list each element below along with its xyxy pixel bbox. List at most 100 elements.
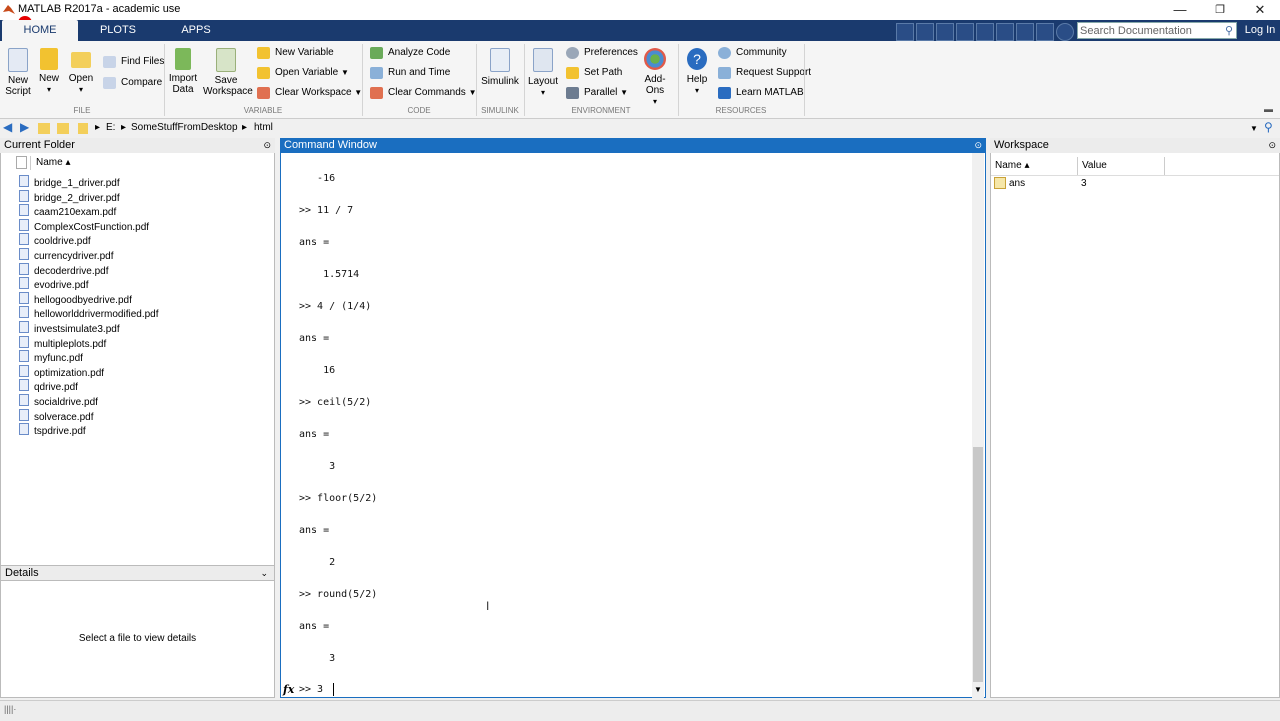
- panel-menu-icon[interactable]: ⊙: [974, 138, 982, 153]
- list-item[interactable]: cooldrive.pdf: [19, 233, 91, 247]
- find-files-button[interactable]: Find Files: [103, 54, 164, 70]
- simulink-button[interactable]: Simulink: [480, 48, 520, 87]
- search-folder-icon[interactable]: ⚲: [1264, 120, 1273, 134]
- file-name: currencydriver.pdf: [34, 251, 114, 262]
- open-variable-icon: [257, 67, 270, 79]
- browse-folder-icon[interactable]: [57, 123, 69, 134]
- minimize-button[interactable]: —: [1160, 0, 1200, 20]
- set-path-button[interactable]: Set Path: [566, 65, 622, 81]
- clear-workspace-button[interactable]: Clear Workspace ▼: [257, 85, 362, 101]
- list-item[interactable]: helloworlddrivermodified.pdf: [19, 306, 159, 320]
- back-icon[interactable]: ◀: [3, 120, 12, 134]
- breadcrumb-drive[interactable]: E:: [106, 122, 115, 133]
- command-line: 16: [299, 365, 336, 376]
- close-button[interactable]: ✕: [1240, 0, 1280, 20]
- copy-icon[interactable]: [956, 23, 974, 41]
- fx-icon[interactable]: fx: [283, 683, 294, 696]
- panel-menu-icon[interactable]: ⊙: [263, 138, 271, 153]
- analyze-code-icon: [370, 47, 383, 59]
- details-message: Select a file to view details: [78, 633, 197, 644]
- list-item[interactable]: hellogoodbyedrive.pdf: [19, 291, 132, 306]
- undo-icon[interactable]: [996, 23, 1014, 41]
- new-script-button[interactable]: New Script: [3, 48, 33, 97]
- learn-matlab-button[interactable]: Learn MATLAB: [718, 85, 804, 101]
- breadcrumb-folder[interactable]: html: [254, 122, 273, 133]
- list-item[interactable]: caam210exam.pdf: [19, 204, 116, 218]
- cut-icon[interactable]: [936, 23, 954, 41]
- chevron-down-icon[interactable]: ⌄: [260, 566, 268, 581]
- preferences-button[interactable]: Preferences: [566, 45, 638, 61]
- save-workspace-button[interactable]: Save Workspace: [203, 48, 253, 97]
- add-ons-button[interactable]: Add-Ons ▾: [637, 48, 673, 107]
- command-prompt-input[interactable]: >> 3: [299, 684, 323, 695]
- command-line: >> floor(5/2): [299, 493, 378, 504]
- search-placeholder: Search Documentation: [1080, 25, 1192, 37]
- list-item[interactable]: bridge_1_driver.pdf: [19, 175, 120, 189]
- list-item[interactable]: bridge_2_driver.pdf: [19, 189, 120, 204]
- details-header[interactable]: Details ⌄: [0, 565, 275, 581]
- parallel-button[interactable]: Parallel ▼: [566, 85, 628, 101]
- workspace-panel: [990, 138, 1280, 698]
- forward-icon[interactable]: ▶: [20, 120, 29, 134]
- list-item[interactable]: solverace.pdf: [19, 408, 93, 423]
- login-button[interactable]: Log In: [1240, 20, 1280, 41]
- group-variable-label: VARIABLE: [243, 106, 283, 115]
- switch-windows-icon[interactable]: [1036, 23, 1054, 41]
- clear-commands-button[interactable]: Clear Commands ▼: [370, 85, 477, 101]
- community-button[interactable]: Community: [718, 45, 787, 61]
- command-window[interactable]: [280, 138, 986, 698]
- scroll-down-icon[interactable]: ▼: [974, 685, 982, 694]
- address-dropdown-icon[interactable]: ▼: [1250, 124, 1258, 133]
- list-item[interactable]: decoderdrive.pdf: [19, 262, 109, 277]
- analyze-code-button[interactable]: Analyze Code: [370, 45, 450, 61]
- group-resources-label: RESOURCES: [715, 106, 767, 115]
- tab-apps[interactable]: APPS: [158, 20, 234, 41]
- paste-icon[interactable]: [976, 23, 994, 41]
- open-button[interactable]: Open ▾: [67, 48, 95, 95]
- title-bar: MATLAB R2017a - academic use — ❐ ✕: [0, 0, 1280, 20]
- group-code-label: CODE: [407, 106, 431, 115]
- compare-button[interactable]: Compare: [103, 75, 162, 91]
- list-item[interactable]: myfunc.pdf: [19, 350, 83, 364]
- run-and-time-button[interactable]: Run and Time: [370, 65, 450, 81]
- list-item[interactable]: qdrive.pdf: [19, 379, 78, 393]
- list-item[interactable]: ComplexCostFunction.pdf: [19, 218, 149, 233]
- panel-menu-icon[interactable]: ⊙: [1268, 138, 1276, 153]
- redo-icon[interactable]: [1016, 23, 1034, 41]
- list-item[interactable]: multipleplots.pdf: [19, 335, 106, 350]
- layout-button[interactable]: Layout ▾: [528, 48, 558, 98]
- search-icon[interactable]: ⚲: [1225, 23, 1233, 40]
- list-item[interactable]: investsimulate3.pdf: [19, 321, 120, 335]
- table-row[interactable]: ans 3: [991, 177, 1279, 192]
- list-item[interactable]: evodrive.pdf: [19, 277, 88, 291]
- help-button[interactable]: ? Help ▾: [684, 48, 710, 96]
- save-icon[interactable]: [916, 23, 934, 41]
- import-data-button[interactable]: Import Data: [168, 48, 198, 95]
- collapse-ribbon-icon[interactable]: ▬: [1264, 104, 1273, 114]
- new-button[interactable]: New ▾: [36, 48, 62, 95]
- ws-name-column-header[interactable]: Name ▴: [995, 160, 1029, 171]
- request-support-button[interactable]: Request Support: [718, 65, 811, 81]
- new-variable-button[interactable]: New Variable: [257, 45, 334, 61]
- search-documentation-input[interactable]: Search Documentation ⚲: [1077, 22, 1237, 39]
- help-icon[interactable]: [1056, 23, 1074, 41]
- scrollbar-thumb[interactable]: [973, 447, 983, 682]
- folder-icon: [71, 52, 91, 68]
- breadcrumb-folder[interactable]: SomeStuffFromDesktop: [131, 122, 238, 133]
- pdf-file-icon: [19, 218, 29, 231]
- ws-value-column-header[interactable]: Value: [1082, 160, 1107, 171]
- tab-home[interactable]: HOME: [2, 20, 78, 41]
- list-item[interactable]: currencydriver.pdf: [19, 248, 113, 262]
- up-folder-icon[interactable]: [38, 123, 50, 134]
- tab-plots[interactable]: PLOTS: [80, 20, 156, 41]
- maximize-button[interactable]: ❐: [1200, 0, 1240, 20]
- column-divider: [1077, 157, 1078, 175]
- pdf-file-icon: [19, 248, 29, 260]
- list-item[interactable]: socialdrive.pdf: [19, 394, 98, 408]
- name-column-header[interactable]: Name ▴: [36, 157, 70, 168]
- command-line: ans =: [299, 429, 330, 440]
- list-item[interactable]: optimization.pdf: [19, 364, 104, 379]
- list-item[interactable]: tspdrive.pdf: [19, 423, 86, 437]
- open-variable-button[interactable]: Open Variable ▼: [257, 65, 349, 81]
- quick-access-icon[interactable]: [896, 23, 914, 41]
